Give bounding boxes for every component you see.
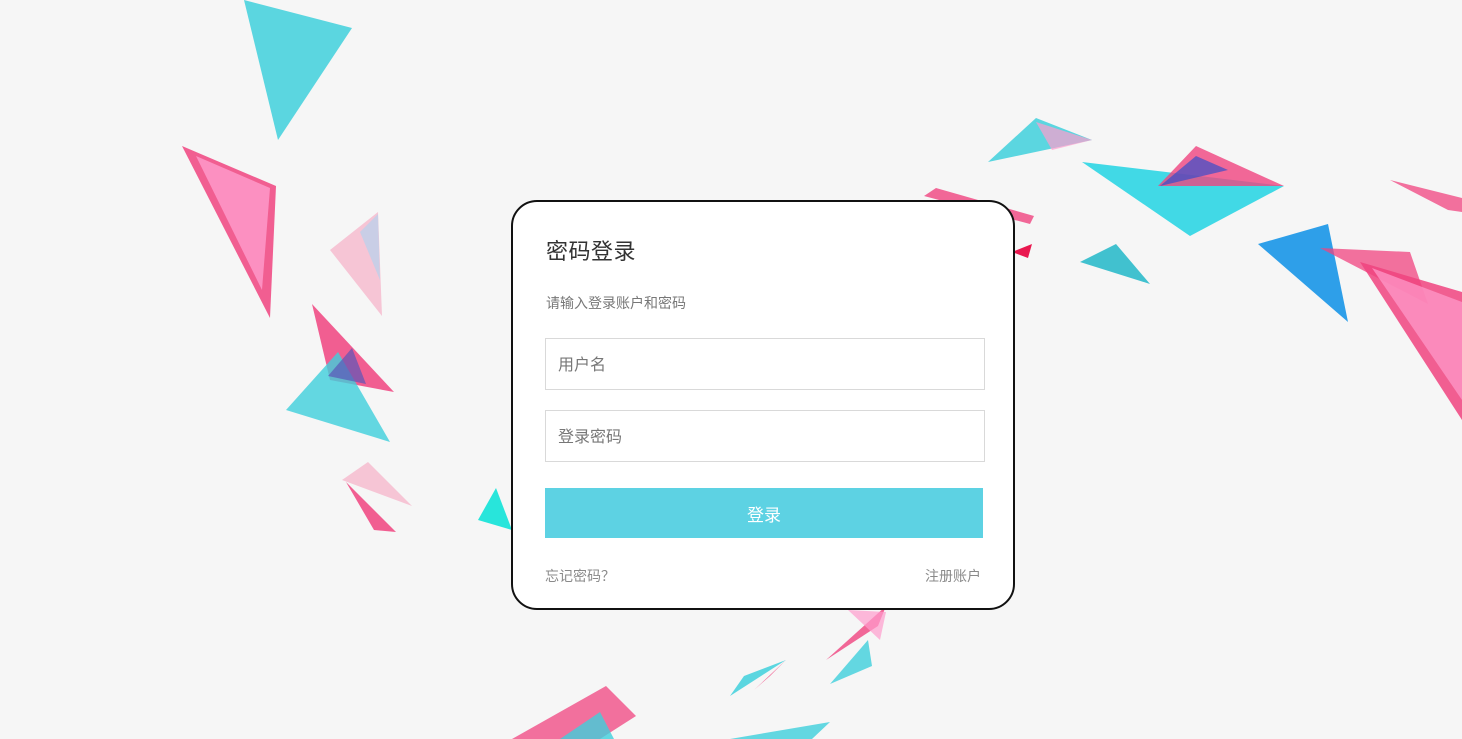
password-input[interactable] bbox=[545, 410, 985, 462]
login-button[interactable]: 登录 bbox=[545, 488, 983, 538]
forgot-password-link[interactable]: 忘记密码？ bbox=[545, 566, 615, 586]
login-card: 密码登录 请输入登录账户和密码 登录 忘记密码？ 注册账户 bbox=[511, 200, 1015, 610]
login-page: 密码登录 请输入登录账户和密码 登录 忘记密码？ 注册账户 bbox=[0, 0, 1462, 739]
register-account-link[interactable]: 注册账户 bbox=[925, 566, 981, 586]
login-subtitle: 请输入登录账户和密码 bbox=[546, 296, 686, 312]
login-title: 密码登录 bbox=[546, 240, 637, 265]
username-input[interactable] bbox=[545, 338, 985, 390]
